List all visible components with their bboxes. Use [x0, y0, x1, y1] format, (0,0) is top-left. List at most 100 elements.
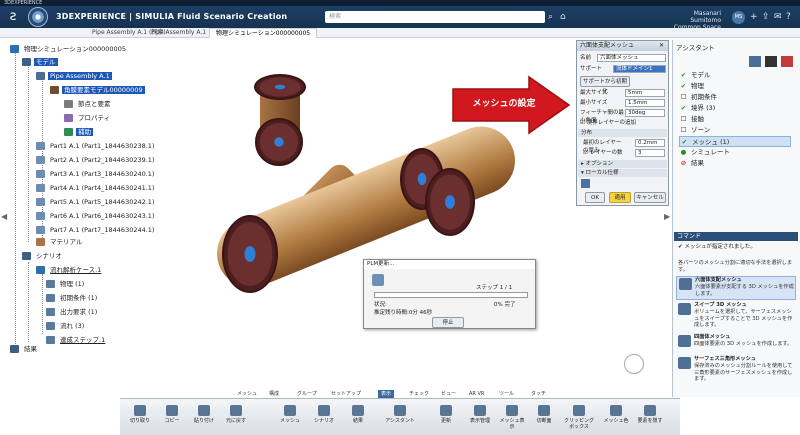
physics-icon: [46, 280, 55, 288]
tree-material[interactable]: マテリアル: [36, 236, 84, 248]
min-size-field[interactable]: 1.5mm: [625, 99, 665, 107]
notification-icon[interactable]: ✉: [774, 12, 782, 22]
display-manage-button[interactable]: 表示管理: [466, 405, 494, 424]
mesh-display-button[interactable]: メッシュ表示: [498, 405, 526, 430]
command-hex-mesh[interactable]: 六面体支配メッシュ 六面体要素が支配する 3D メッシュを作成します。: [676, 276, 796, 300]
tree-case-physics[interactable]: 物理 (1): [46, 278, 86, 290]
tree-scenario[interactable]: シナリオ: [22, 250, 64, 262]
close-icon[interactable]: ✕: [659, 42, 664, 49]
paste-icon: [198, 405, 210, 416]
stop-button[interactable]: 停止: [432, 317, 464, 328]
init-from-support-button[interactable]: サポートから初期化: [580, 76, 630, 95]
tab-simulation[interactable]: 物理シミュレーション000000005: [209, 28, 318, 38]
update-button[interactable]: 更新: [432, 405, 460, 424]
tree-root[interactable]: 物理シミュレーション000000005: [10, 43, 128, 55]
tree-part-1[interactable]: Part1 A.1 (Part1_1844630238.1): [36, 140, 156, 152]
command-sweep-mesh[interactable]: スイープ 3D メッシュ ボリュームを選択して、サーフェスメッシュをスイープするこ…: [676, 302, 796, 332]
assistant-info-icon[interactable]: [765, 56, 777, 67]
btab-group[interactable]: グループ: [294, 390, 320, 398]
cut-button[interactable]: 切り取り: [126, 405, 154, 424]
btab-display[interactable]: 表示: [378, 390, 395, 398]
tag-icon[interactable]: ⌂: [560, 12, 566, 22]
command-surface-mesh[interactable]: サーフェス三角形メッシュ 保存済みのメッシュ分割ルールを使用して三角形要素のサーフ…: [676, 356, 796, 386]
btab-touch[interactable]: タッチ: [528, 390, 549, 398]
tree-case-output[interactable]: 出力要求 (1): [46, 306, 99, 318]
part-icon: [36, 184, 45, 192]
mesh-color-label: メッシュ色: [603, 418, 629, 424]
clipping-box-button[interactable]: クリッピングボックス: [562, 405, 596, 430]
distribution-section[interactable]: 分布: [578, 129, 667, 137]
layer-count-field[interactable]: 3: [635, 149, 665, 157]
local-spec-icon[interactable]: [581, 179, 590, 188]
options-section[interactable]: ▸ オプション: [578, 160, 667, 168]
assistant-list-icon[interactable]: [749, 56, 761, 67]
mesh-tool-button[interactable]: メッシュ: [276, 405, 304, 424]
assistant-item-contact[interactable]: ☐ 接触: [679, 114, 704, 125]
support-field[interactable]: 流体ドメイン1: [613, 65, 666, 73]
assistant-button[interactable]: アシスタント: [382, 405, 418, 424]
avatar[interactable]: MS: [732, 11, 745, 24]
btab-tools[interactable]: ツール: [496, 390, 517, 398]
axis-triad-icon[interactable]: [624, 354, 644, 374]
assistant-item-zone[interactable]: ☐ ゾーン: [679, 125, 711, 136]
help-icon[interactable]: ?: [786, 12, 791, 22]
boundary-layer-checkbox[interactable]: ☑ 境界レイヤーの追加: [580, 119, 636, 127]
tree-part-5[interactable]: Part5 A.1 (Part5_1844630242.1): [36, 196, 156, 208]
share-icon[interactable]: ⇪: [762, 12, 770, 22]
mesh-color-button[interactable]: メッシュ色: [602, 405, 630, 424]
tree-case-flow[interactable]: 流れ (3): [46, 320, 86, 332]
name-field[interactable]: 六面体メッシュ: [597, 54, 666, 62]
btab-view[interactable]: ビュー: [438, 390, 459, 398]
assistant-item-initial[interactable]: ☐ 初期条件: [679, 92, 717, 103]
scenario-button[interactable]: シナリオ: [310, 405, 338, 424]
tree-step[interactable]: 連成ステップ.1: [46, 334, 107, 346]
undo-button[interactable]: 元に戻す: [222, 405, 250, 424]
paste-button[interactable]: 貼り付け: [190, 405, 218, 424]
assistant-item-physics[interactable]: ✔ 物理: [679, 81, 704, 92]
btab-check[interactable]: チェック: [406, 390, 432, 398]
hide-elements-button[interactable]: 要素を隠す: [636, 405, 664, 424]
tree-case-initial[interactable]: 初期条件 (1): [46, 292, 99, 304]
apply-button[interactable]: 適用: [609, 192, 631, 203]
compass-icon[interactable]: [28, 7, 48, 27]
search-input[interactable]: 検索: [325, 11, 545, 23]
cancel-button[interactable]: キャンセル: [634, 192, 666, 203]
tree-results[interactable]: 結果: [10, 343, 39, 355]
tree-mesh[interactable]: 補助: [64, 126, 93, 138]
assistant-item-results[interactable]: ⊘ 結果: [679, 158, 704, 169]
search-icon[interactable]: ⌕: [548, 12, 553, 22]
add-icon[interactable]: +: [750, 12, 758, 22]
tree-case[interactable]: 流れ解析ケース.1: [36, 264, 103, 276]
tab-pipe-assembly[interactable]: Pipe Assembly A.1: [145, 28, 212, 38]
tree-part-7[interactable]: Part7 A.1 (Part7_1844630244.1): [36, 224, 156, 236]
tree-part-6[interactable]: Part6 A.1 (Part6_1844630243.1): [36, 210, 156, 222]
btab-mesh[interactable]: メッシュ: [234, 390, 260, 398]
results-button[interactable]: 結果: [344, 405, 372, 424]
ok-button[interactable]: OK: [585, 192, 605, 203]
assistant-flag-icon[interactable]: [781, 56, 793, 67]
command-tetra-mesh[interactable]: 四面体メッシュ 四面体要素の 3D メッシュを作成します。: [676, 334, 796, 354]
assistant-item-model[interactable]: ✔ モデル: [679, 70, 711, 81]
btab-setup[interactable]: セットアップ: [328, 390, 364, 398]
tree-model[interactable]: モデル: [22, 56, 58, 68]
assistant-item-simulate[interactable]: ● シミュレート: [679, 147, 730, 158]
btab-structure[interactable]: 構成: [266, 390, 282, 398]
assistant-item-boundary[interactable]: ✔ 境界 (3): [679, 103, 716, 114]
assistant-item-mesh[interactable]: ✔ メッシュ (1): [679, 136, 791, 147]
tree-points[interactable]: 節点と要素: [64, 98, 113, 110]
angle-field[interactable]: 30deg: [625, 109, 665, 117]
first-layer-field[interactable]: 0.2mm: [635, 139, 665, 147]
tree-part-2[interactable]: Part2 A.1 (Part2_1844630239.1): [36, 154, 156, 166]
section-button[interactable]: 切断面: [530, 405, 558, 424]
local-spec-section[interactable]: ▾ ローカル仕様: [578, 169, 667, 177]
tree-part-4[interactable]: Part4 A.1 (Part4_1844630241.1): [36, 182, 156, 194]
tree-fluid-model[interactable]: 角膜要素モデル00000009: [50, 84, 145, 96]
layer-count-checkbox[interactable]: ☑ レイヤーの数: [583, 149, 623, 157]
tree-property[interactable]: プロパティ: [64, 112, 112, 124]
max-size-field[interactable]: 5mm: [625, 89, 665, 97]
tree-assembly[interactable]: Pipe Assembly A.1: [36, 70, 112, 82]
copy-button[interactable]: コピー: [158, 405, 186, 424]
tree-part-3[interactable]: Part3 A.1 (Part3_1844630240.1): [36, 168, 156, 180]
right-arrow-icon[interactable]: ▶: [664, 212, 670, 221]
btab-arvr[interactable]: AR VR: [466, 390, 487, 398]
